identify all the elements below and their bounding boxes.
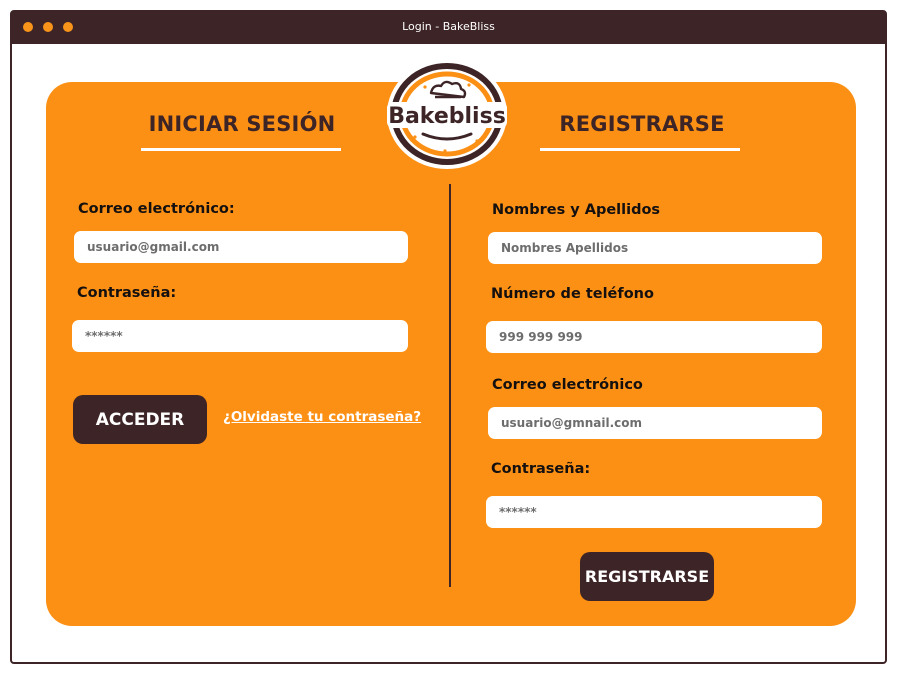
login-email-label: Correo electrónico:: [78, 201, 235, 217]
login-heading-underline: [141, 148, 341, 151]
logo-wordmark: Bakebliss: [388, 104, 506, 129]
register-phone-input[interactable]: [486, 321, 822, 353]
register-phone-label: Número de teléfono: [491, 286, 654, 302]
window-title: Login - BakeBliss: [402, 20, 495, 33]
register-heading: REGISTRARSE: [559, 112, 725, 136]
register-email-input[interactable]: [488, 407, 822, 439]
login-heading: INICIAR SESIÓN: [148, 112, 336, 136]
register-password-input[interactable]: [486, 496, 822, 528]
register-name-input[interactable]: [488, 232, 822, 264]
register-name-label: Nombres y Apellidos: [492, 202, 661, 218]
register-heading-underline: [540, 148, 740, 151]
register-password-label: Contraseña:: [491, 461, 591, 477]
register-email-label: Correo electrónico: [492, 377, 643, 393]
app-window: Login - BakeBliss INICIAR SESIÓN Correo …: [10, 10, 887, 664]
bakebliss-logo: Bakebliss: [387, 59, 507, 169]
section-divider: [449, 184, 451, 587]
register-submit-button[interactable]: REGISTRARSE: [580, 552, 714, 601]
login-email-input[interactable]: [74, 231, 408, 263]
login-submit-button[interactable]: ACCEDER: [73, 395, 207, 444]
forgot-password-link[interactable]: ¿Olvidaste tu contraseña?: [223, 409, 421, 425]
login-password-label: Contraseña:: [77, 285, 177, 301]
title-bar: Login - BakeBliss: [12, 12, 885, 44]
login-password-input[interactable]: [72, 320, 408, 352]
